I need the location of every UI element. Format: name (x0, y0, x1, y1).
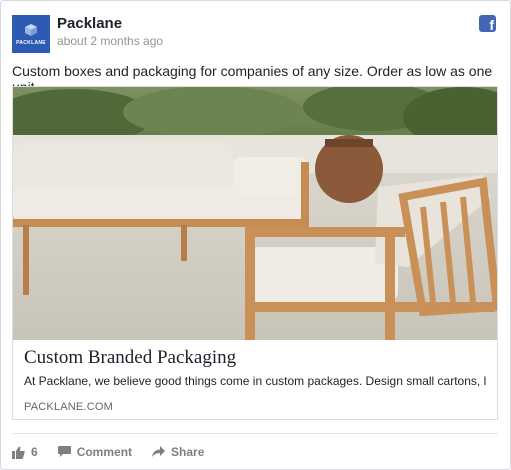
link-preview[interactable]: Custom Branded Packaging At Packlane, we… (12, 86, 498, 420)
share-button[interactable]: Share (152, 445, 204, 459)
like-button[interactable]: 6 (12, 445, 38, 459)
preview-image[interactable] (13, 87, 497, 340)
page-avatar[interactable]: PACKLANE (12, 15, 50, 53)
link-title[interactable]: Custom Branded Packaging (24, 347, 236, 369)
comment-label: Comment (76, 445, 133, 459)
avatar-wordmark: PACKLANE (16, 39, 46, 46)
facebook-post-card: PACKLANE Packlane about 2 months ago f C… (0, 0, 511, 470)
box-logo-icon (25, 23, 37, 36)
share-arrow-icon (152, 446, 166, 457)
patio-furniture-photo (13, 87, 497, 340)
thumbs-up-icon (12, 446, 25, 459)
page-name-link[interactable]: Packlane (57, 15, 122, 32)
speech-bubble-icon (57, 446, 71, 457)
action-divider (12, 433, 498, 434)
comment-button[interactable]: Comment (57, 445, 133, 459)
facebook-icon: f (479, 15, 496, 32)
action-bar: 6 Comment Share (12, 444, 224, 460)
share-label: Share (171, 445, 205, 459)
link-description: At Packlane, we believe good things come… (24, 374, 486, 388)
post-timestamp[interactable]: about 2 months ago (57, 34, 163, 48)
link-domain: PACKLANE.COM (24, 401, 113, 413)
like-count: 6 (31, 445, 38, 459)
